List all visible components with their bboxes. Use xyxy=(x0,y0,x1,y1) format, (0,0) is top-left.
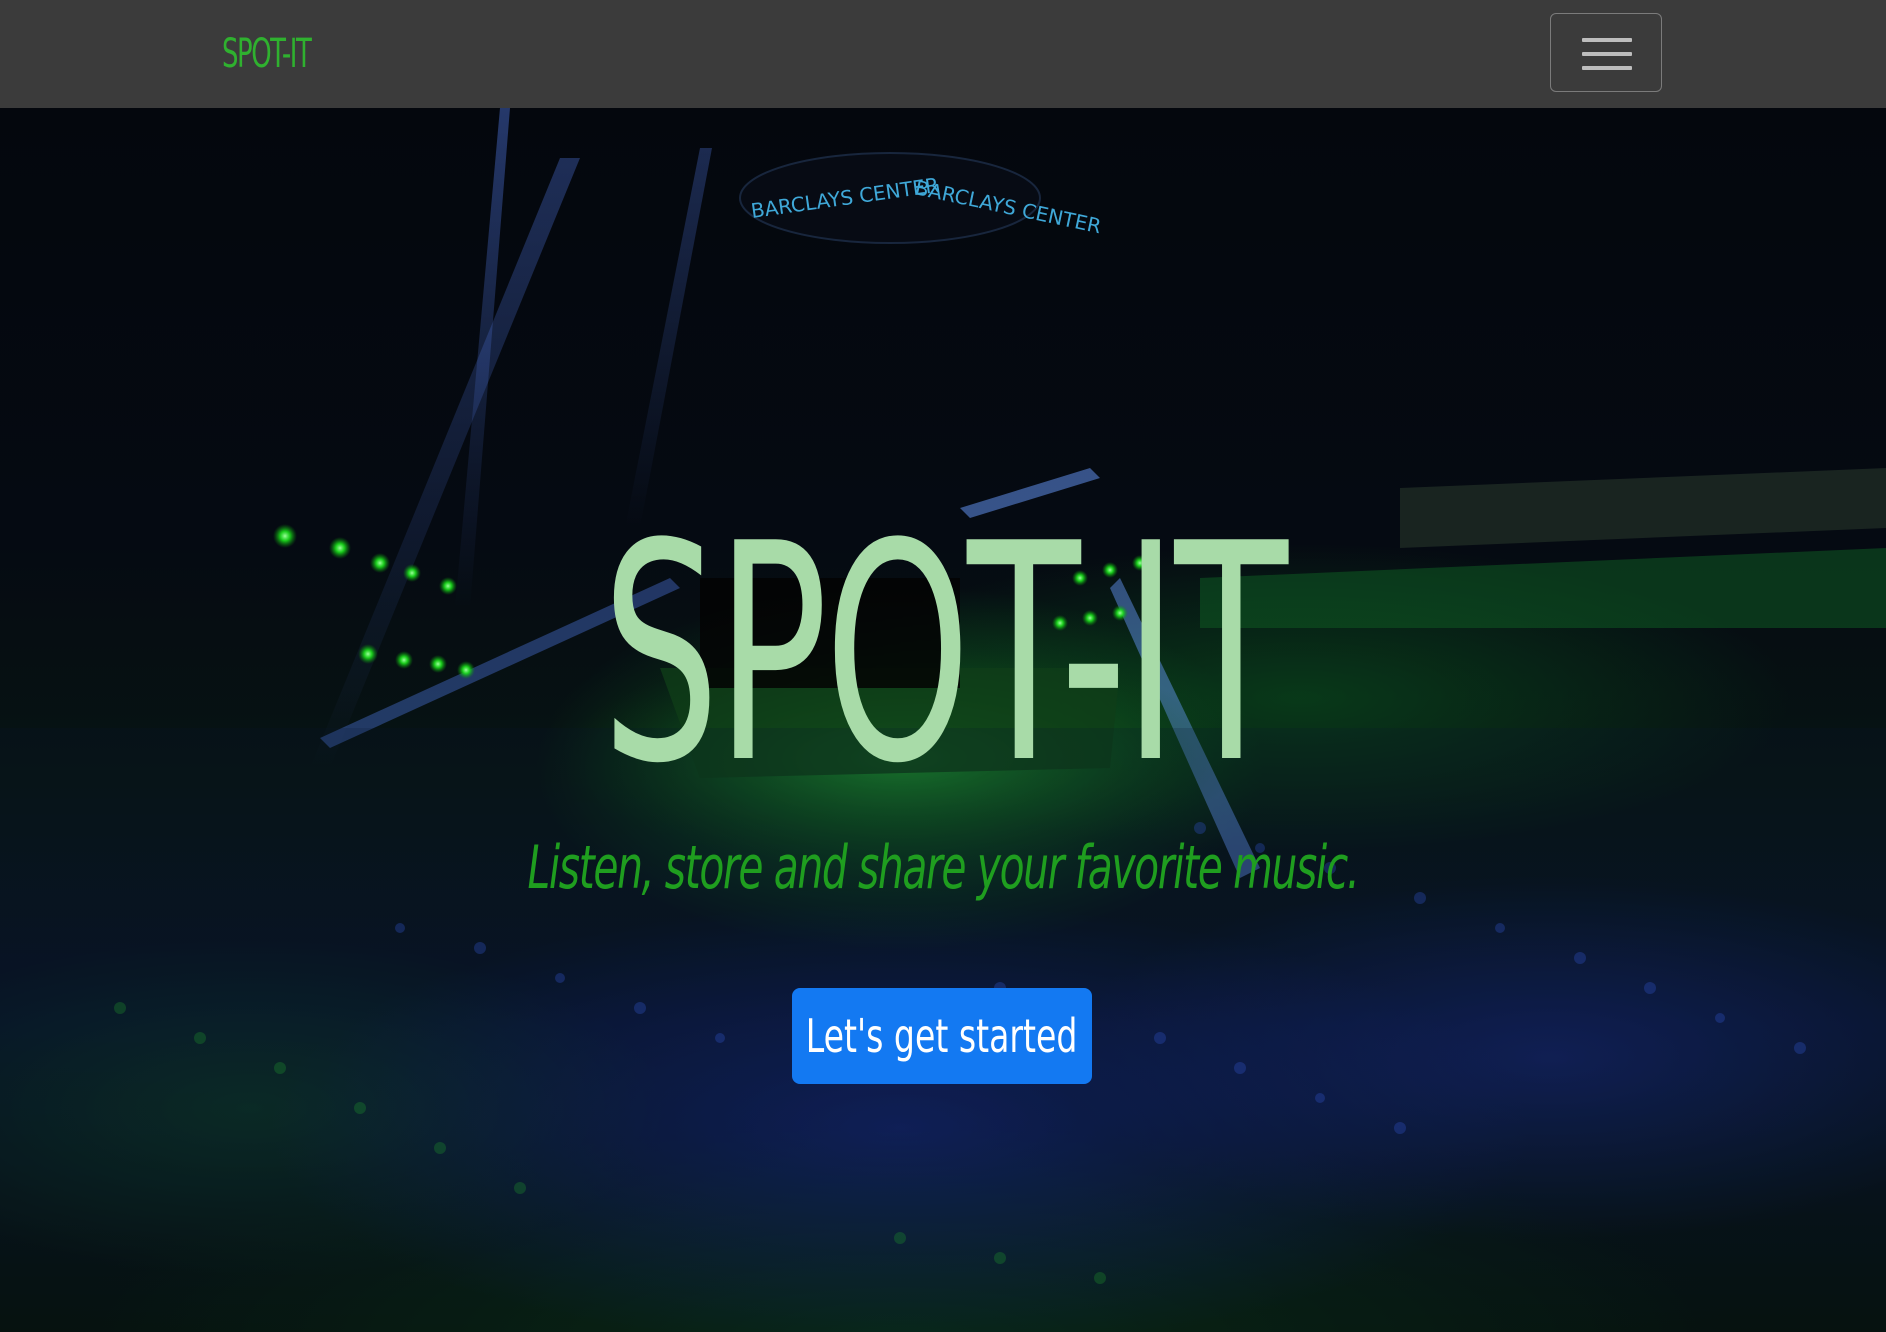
hero-section: BARCLAYS CENTER BARCLAYS CENTER SPOT-IT … xyxy=(0,108,1886,1332)
top-navbar: SPOT-IT xyxy=(0,0,1886,108)
hero-title: SPOT-IT xyxy=(601,480,1288,829)
brand-logo-link[interactable]: SPOT-IT xyxy=(222,26,312,82)
get-started-label: Let's get started xyxy=(806,1009,1078,1063)
navbar-toggler-button[interactable] xyxy=(1550,13,1662,92)
hero-subtitle: Listen, store and share your favorite mu… xyxy=(527,833,1359,903)
get-started-button[interactable]: Let's get started xyxy=(792,988,1092,1084)
